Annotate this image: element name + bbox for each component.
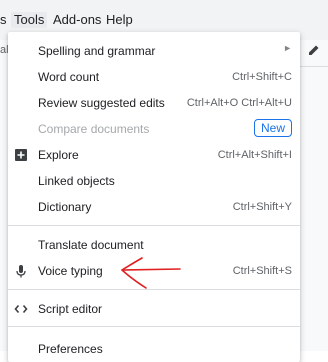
menu-item-label: Linked objects (38, 174, 115, 188)
menu-separator (8, 326, 300, 327)
menu-item-label: Compare documents (38, 122, 150, 136)
menu-item-shortcut: Ctrl+Alt+O Ctrl+Alt+U (186, 97, 292, 109)
annotation-arrow-icon (120, 257, 181, 289)
menu-item-label: Spelling and grammar (38, 44, 156, 58)
pencil-icon[interactable] (308, 44, 320, 56)
menu-item-linked-objects[interactable]: Linked objects (8, 168, 300, 194)
document-right-edge (300, 40, 328, 351)
menu-item-review-suggested-edits[interactable]: Review suggested edits Ctrl+Alt+O Ctrl+A… (8, 90, 300, 116)
menu-item-label: Translate document (38, 238, 144, 252)
menu-separator (8, 225, 300, 226)
menu-item-dictionary[interactable]: Dictionary Ctrl+Shift+Y (8, 194, 300, 220)
menu-item-label: Dictionary (38, 200, 92, 214)
menu-item-label: Explore (38, 148, 79, 162)
menu-item-label: Preferences (38, 342, 103, 356)
explore-icon (15, 149, 27, 161)
microphone-icon (16, 265, 26, 278)
menu-item-word-count[interactable]: Word count Ctrl+Shift+C (8, 64, 300, 90)
menubar-item-addons[interactable]: Add-ons (53, 12, 101, 28)
submenu-arrow-icon: ► (283, 43, 292, 53)
menubar-item-tools[interactable]: Tools (11, 12, 48, 28)
menu-item-label: Script editor (38, 302, 103, 316)
code-icon (14, 304, 28, 314)
menu-item-explore[interactable]: Explore Ctrl+Alt+Shift+I (8, 142, 300, 168)
ruler (298, 66, 328, 77)
menu-item-shortcut: Ctrl+Shift+S (232, 265, 292, 277)
menu-item-shortcut: Ctrl+Shift+Y (232, 201, 292, 213)
menu-item-script-editor[interactable]: Script editor (8, 296, 300, 322)
menu-item-spelling-and-grammar[interactable]: Spelling and grammar ► (8, 38, 300, 64)
menubar-item-help[interactable]: Help (106, 12, 133, 28)
document-left-edge: al (0, 40, 9, 351)
menu-item-preferences[interactable]: Preferences (8, 336, 300, 362)
menu-item-label: Review suggested edits (38, 96, 165, 110)
menu-item-label: Word count (38, 70, 100, 84)
menu-item-compare-documents: Compare documents New (8, 116, 300, 142)
tools-menu: Spelling and grammar ► Word count Ctrl+S… (8, 32, 300, 362)
menu-item-label: Voice typing (38, 264, 103, 278)
menu-item-shortcut: Ctrl+Shift+C (232, 71, 292, 83)
menu-item-shortcut: Ctrl+Alt+Shift+I (217, 149, 292, 161)
new-badge: New (253, 119, 292, 137)
menubar-item-format-partial[interactable]: s (0, 12, 7, 28)
